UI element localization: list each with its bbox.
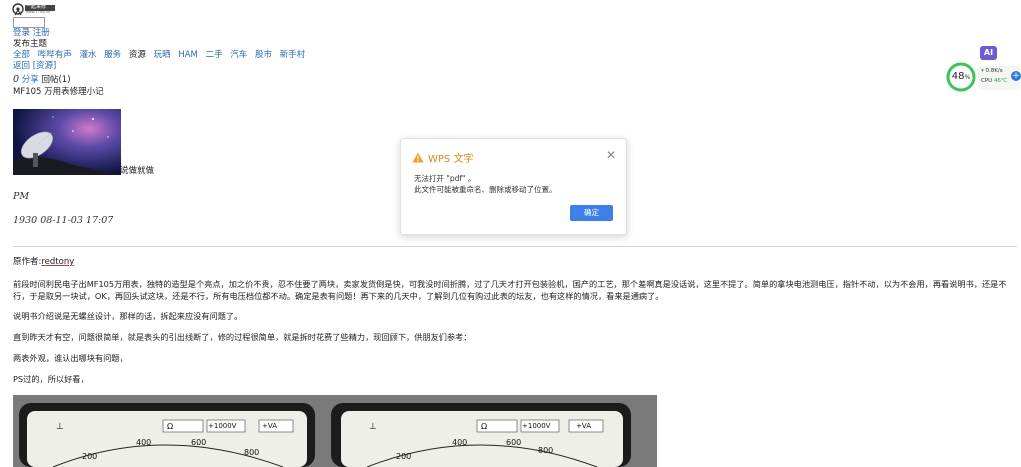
- post-hero-image: [13, 109, 121, 175]
- warning-icon: [412, 152, 424, 166]
- nav-item-all[interactable]: 全部: [13, 50, 30, 60]
- meter-right-ground-label: ⊥: [369, 422, 377, 432]
- nav-item-car[interactable]: 汽车: [230, 50, 247, 60]
- dialog-title: WPS 文字: [428, 154, 474, 165]
- expand-plus-icon[interactable]: +: [1011, 71, 1021, 81]
- nav-item-newbie[interactable]: 新手村: [280, 50, 306, 60]
- network-speed: ▾ 0.8K/s: [981, 68, 1003, 74]
- image-caption: 说做就做: [120, 166, 155, 176]
- meter-right-scale-200: 200: [396, 452, 412, 461]
- post-paragraph-1: 前段时间利民电子出MF105万用表，独特的造型是个亮点，加之价不贵，忍不住要了两…: [13, 279, 1007, 301]
- login-link[interactable]: 登录: [13, 28, 30, 38]
- post-paragraph-5: PS过的，所以好看，: [13, 374, 89, 384]
- meter-left-scale-400: 400: [136, 438, 152, 447]
- close-icon[interactable]: ✕: [606, 148, 616, 162]
- meter-left-scale-800: 800: [244, 448, 260, 457]
- cpu-temp-value: 46℃: [993, 78, 1008, 84]
- author-line: 原作者:redtony: [13, 257, 74, 268]
- multimeter-photo: [13, 395, 657, 467]
- post-paragraph-4: 两表外观，谁认出哪块有问题，: [13, 353, 128, 363]
- meter-left-scale-600: 600: [191, 438, 207, 447]
- ok-button[interactable]: 确定: [570, 205, 613, 221]
- category-nav: 全部 哔哔有声 灌水 服务 资源 玩晒 HAM 二手 汽车 股市 新手村: [13, 50, 310, 61]
- meter-right-scale-400: 400: [452, 438, 468, 447]
- nav-item-ham[interactable]: HAM: [178, 50, 198, 60]
- meter-right-va-label: +VA: [576, 422, 591, 430]
- back-link[interactable]: 返回 [资源]: [13, 61, 56, 72]
- meter-left-volt-label: +1000V: [208, 422, 237, 430]
- ai-assistant-button[interactable]: AI: [980, 46, 997, 60]
- nav-item-stocks[interactable]: 股市: [255, 50, 272, 60]
- reply-count: 回帖(1): [41, 75, 71, 85]
- nav-item-resources[interactable]: 资源: [129, 50, 146, 60]
- post-datetime: 1930 08-11-03 17:07: [13, 215, 114, 226]
- net-speed-value: 0.8K/s: [985, 68, 1003, 74]
- post-meta: 0 分享 回帖(1): [13, 74, 71, 86]
- nav-item-audio[interactable]: 哔哔有声: [38, 50, 72, 60]
- cpu-temp: CPU 46℃: [981, 78, 1007, 84]
- author-link[interactable]: redtony: [41, 257, 74, 267]
- post-topic-link[interactable]: 发布主题: [13, 39, 47, 50]
- post-paragraph-2: 说明书介绍说是无螺丝设计，那样的话，拆起来应没有问题了。: [13, 311, 243, 321]
- post-title: MF105 万用表修理小记: [13, 87, 104, 97]
- meter-right-ohm-label: Ω: [481, 422, 488, 431]
- nav-item-water[interactable]: 灌水: [79, 50, 96, 60]
- dialog-message-line2: 此文件可能被重命名、删除或移动了位置。: [414, 185, 557, 194]
- meter-left-va-label: +VA: [262, 422, 277, 430]
- meter-left-scale-200: 200: [82, 452, 98, 461]
- logo-text: 一起来修: [26, 4, 47, 10]
- post-paragraph-3: 直到昨天才有空，问题很简单，就是表头的引出线断了，修的过程很简单，就是拆时花费了…: [13, 332, 472, 342]
- meter-right-volt-label: +1000V: [522, 422, 551, 430]
- search-input[interactable]: [13, 17, 45, 28]
- dialog-title-row: WPS 文字: [412, 150, 473, 166]
- cpu-percent-sign: %: [964, 74, 971, 81]
- cpu-percent: 48: [951, 71, 965, 82]
- meter-right-scale-600: 600: [506, 438, 522, 447]
- dialog-message-line1: 无法打开 "pdf" 。: [414, 174, 476, 183]
- wps-error-dialog: WPS 文字 ✕ 无法打开 "pdf" 。 此文件可能被重命名、删除或移动了位置…: [400, 138, 627, 235]
- logo-subtext: www.17xiu.cn: [26, 10, 51, 14]
- cpu-gauge-label: 48%: [945, 61, 977, 93]
- post-time-ampm: PM: [13, 191, 30, 202]
- meter-left-ground-label: ⊥: [56, 422, 64, 432]
- meter-right-scale-800: 800: [538, 446, 554, 455]
- register-link[interactable]: 注册: [33, 28, 50, 38]
- download-arrow-icon: ▾: [981, 68, 984, 74]
- account-links: 登录 注册: [13, 28, 50, 39]
- cpu-label: CPU: [981, 78, 993, 84]
- meter-left-ohm-label: Ω: [167, 422, 174, 431]
- author-label: 原作者:: [13, 257, 42, 267]
- like-count: 0: [13, 74, 20, 85]
- nav-item-showcase[interactable]: 玩晒: [154, 50, 171, 60]
- share-link[interactable]: 分享: [22, 75, 39, 85]
- nav-item-second-hand[interactable]: 二手: [206, 50, 223, 60]
- nav-item-service[interactable]: 服务: [104, 50, 121, 60]
- content-divider: [13, 246, 1017, 247]
